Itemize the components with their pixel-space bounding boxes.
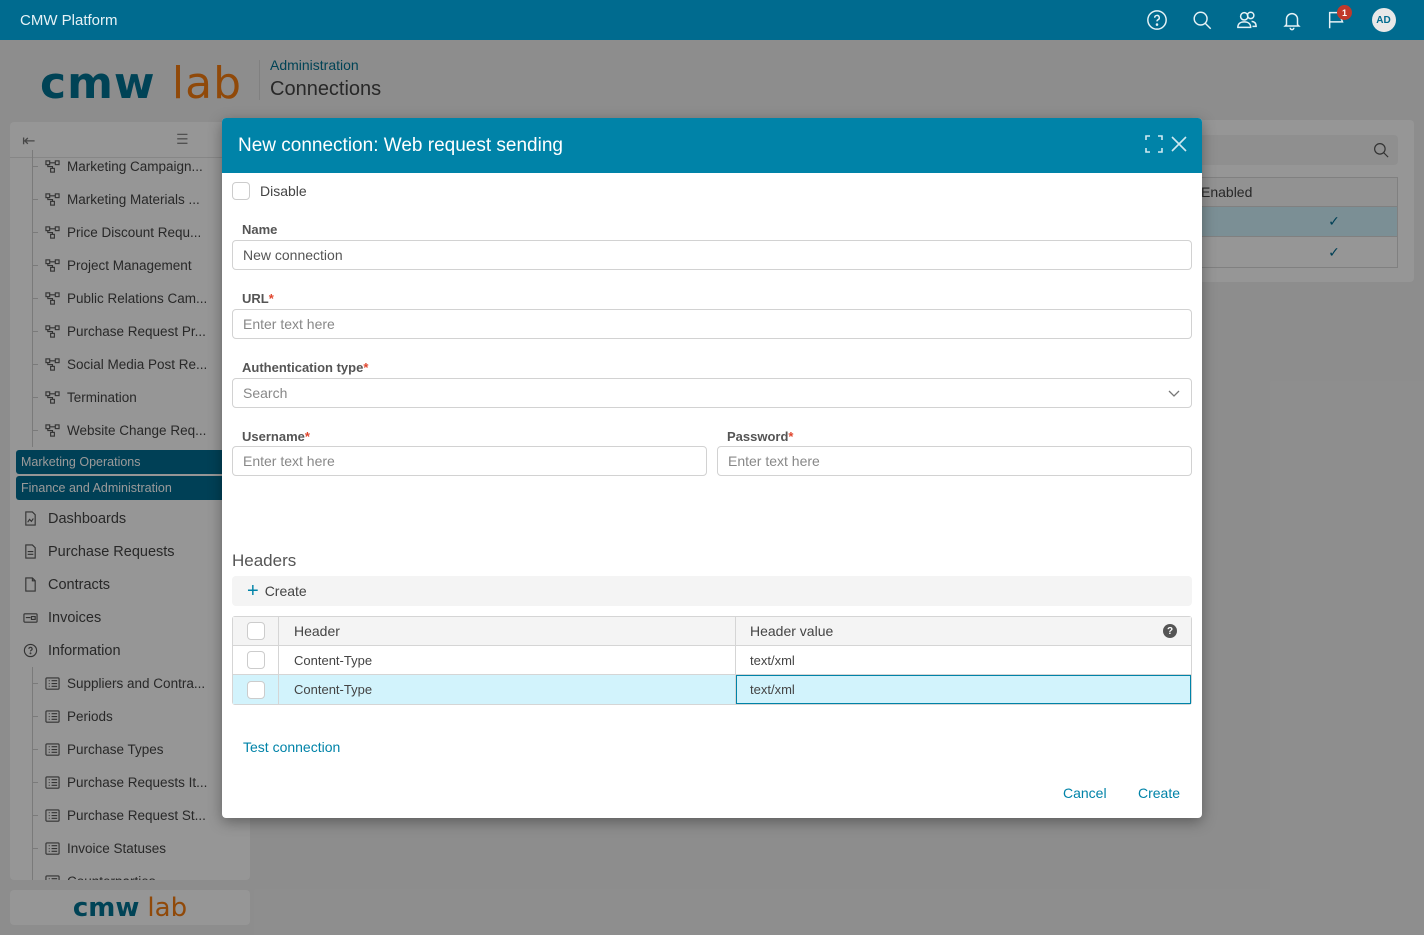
user-menu-button[interactable]: AD (1359, 0, 1404, 40)
top-bar-icons: 1 AD (1134, 0, 1404, 40)
auth-type-label: Authentication type* (242, 360, 369, 375)
url-label: URL* (242, 291, 274, 306)
password-label: Password* (727, 429, 794, 444)
required-mark: * (268, 291, 274, 306)
headers-section-title: Headers (232, 551, 297, 570)
username-input[interactable]: Enter text here (232, 446, 707, 476)
header-name-cell[interactable]: Content-Type (279, 675, 736, 704)
disable-checkbox-row[interactable]: Disable (232, 182, 307, 200)
help-icon[interactable]: ? (1163, 624, 1177, 638)
close-button[interactable] (1170, 135, 1190, 155)
row-checkbox[interactable] (246, 651, 265, 669)
close-icon (1171, 136, 1187, 152)
select-all-checkbox[interactable] (246, 622, 265, 640)
dialog-body: Disable Name New connection URL* Enter t… (222, 173, 1202, 818)
column-header-header-value[interactable]: Header value (750, 623, 833, 639)
bell-icon (1282, 12, 1301, 31)
auth-type-select[interactable]: Search (232, 378, 1192, 408)
search-button[interactable] (1179, 0, 1224, 40)
test-connection-link[interactable]: Test connection (243, 739, 340, 755)
table-row[interactable]: Content-Type text/xml (233, 646, 1191, 675)
header-value-cell[interactable]: text/xml (736, 646, 1191, 674)
help-icon (1146, 10, 1167, 30)
header-value-cell[interactable]: text/xml (736, 675, 1191, 704)
required-mark: * (788, 429, 794, 444)
users-icon (1236, 11, 1257, 29)
notifications-button[interactable] (1269, 0, 1314, 40)
cancel-button[interactable]: Cancel (1063, 785, 1107, 801)
create-button[interactable]: Create (1138, 785, 1180, 801)
required-mark: * (304, 429, 310, 444)
plus-icon: + (247, 580, 259, 602)
name-label: Name (242, 222, 278, 237)
auth-type-placeholder: Search (243, 385, 288, 401)
messages-button[interactable]: 1 (1314, 0, 1359, 40)
avatar: AD (1371, 8, 1396, 32)
dialog-header: New connection: Web request sending (222, 118, 1202, 173)
maximize-icon (1145, 135, 1163, 153)
password-input[interactable]: Enter text here (717, 446, 1192, 476)
name-input[interactable]: New connection (232, 240, 1192, 270)
header-name-cell[interactable]: Content-Type (279, 646, 736, 674)
help-button[interactable] (1134, 0, 1179, 40)
headers-table: Header Header value? Content-Type text/x… (232, 616, 1192, 705)
create-header-label: Create (264, 583, 307, 599)
create-header-button[interactable]: + Create (232, 576, 1192, 606)
top-bar: CMW Platform 1 AD (0, 0, 1424, 40)
required-mark: * (363, 360, 369, 375)
maximize-button[interactable] (1145, 135, 1165, 155)
app-title: CMW Platform (20, 11, 118, 29)
row-checkbox[interactable] (246, 680, 265, 699)
disable-checkbox[interactable] (232, 182, 250, 200)
column-header-header[interactable]: Header (279, 617, 736, 645)
notification-badge: 1 (1337, 5, 1352, 20)
users-button[interactable] (1224, 0, 1269, 40)
table-header-row: Header Header value? (233, 617, 1191, 646)
chevron-down-icon[interactable] (1167, 386, 1181, 403)
url-input[interactable]: Enter text here (232, 309, 1192, 339)
username-label: Username* (242, 429, 310, 444)
disable-label: Disable (260, 183, 307, 199)
dialog-title: New connection: Web request sending (238, 134, 563, 156)
search-icon (1192, 11, 1211, 30)
new-connection-dialog: New connection: Web request sending Disa… (222, 118, 1202, 818)
table-row[interactable]: Content-Type text/xml (233, 675, 1191, 704)
